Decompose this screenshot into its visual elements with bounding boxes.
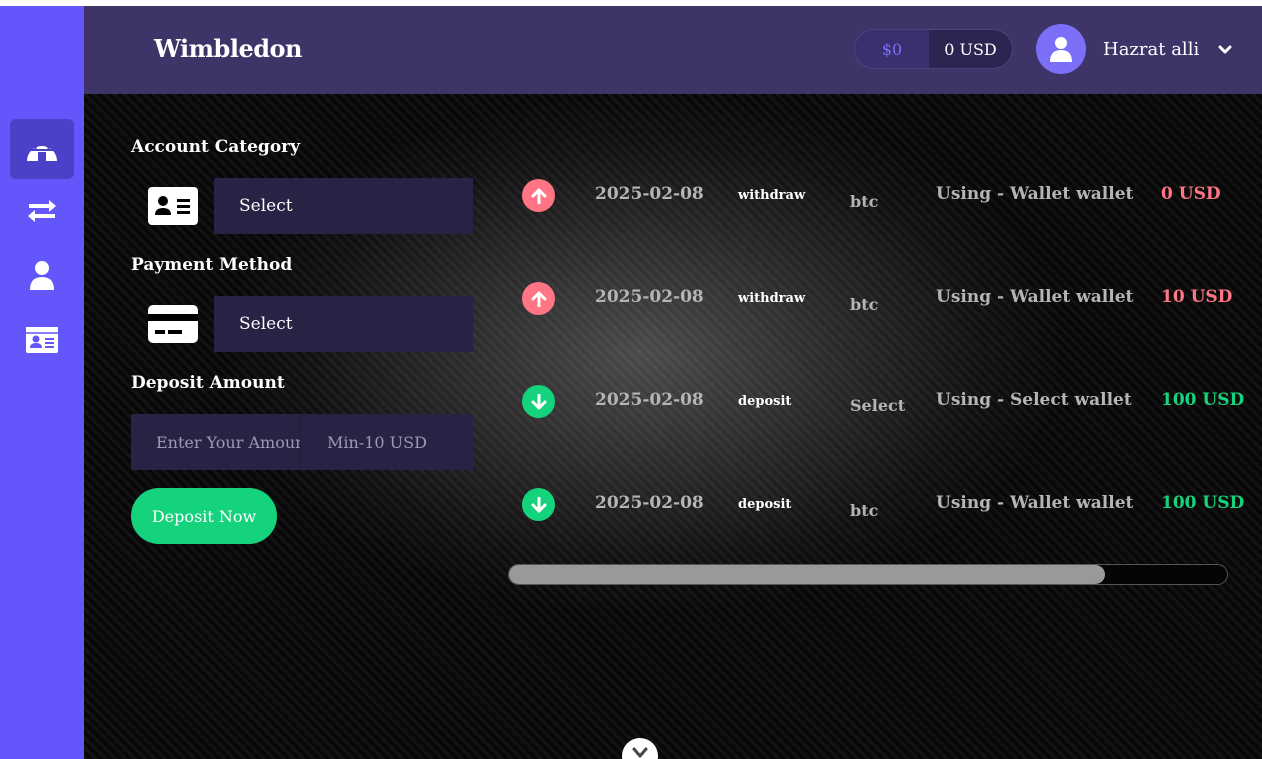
- transaction-date: 2025-02-08: [595, 390, 704, 410]
- chevron-down-icon: [1218, 45, 1232, 54]
- transaction-coin: Select: [850, 396, 906, 415]
- arrow-up-icon: [531, 291, 546, 307]
- dashboard-igloo-icon: [27, 138, 57, 161]
- transaction-row: 2025-02-08 withdraw btc Using - Wallet w…: [504, 164, 1262, 254]
- main-content: Account Category Select Payment Method S…: [84, 94, 1262, 759]
- transaction-type: deposit: [738, 394, 792, 409]
- exchange-arrows-icon: [28, 200, 56, 222]
- deposit-direction: [522, 385, 555, 418]
- arrow-up-icon: [531, 188, 546, 204]
- sidebar-item-dashboard[interactable]: [10, 119, 74, 179]
- account-category-label: Account Category: [131, 137, 300, 157]
- transaction-amount: 10 USD: [1161, 287, 1233, 307]
- transaction-date: 2025-02-08: [595, 493, 704, 513]
- balance-usd: 0 USD: [929, 30, 1012, 68]
- deposit-direction: [522, 488, 555, 521]
- id-card-icon: [147, 187, 198, 225]
- scroll-down-button[interactable]: [622, 738, 658, 759]
- sidebar: [0, 6, 84, 759]
- sidebar-item-exchange[interactable]: [10, 181, 74, 241]
- horizontal-scrollbar[interactable]: [508, 564, 1228, 585]
- amount-min-hint: Min-10 USD: [327, 432, 427, 452]
- transaction-note: Using - Select wallet: [936, 390, 1132, 410]
- transaction-amount: 100 USD: [1161, 493, 1245, 513]
- transaction-amount: 0 USD: [1161, 184, 1221, 204]
- user-menu-toggle[interactable]: [1218, 42, 1232, 61]
- brand-title[interactable]: Wimbledon: [154, 34, 302, 63]
- credit-card-icon: [147, 305, 198, 343]
- user-name[interactable]: Hazrat alli: [1103, 39, 1199, 60]
- payment-method-select[interactable]: Select: [214, 296, 473, 352]
- transaction-coin: btc: [850, 295, 879, 314]
- balance-pill: $0 0 USD: [854, 29, 1013, 69]
- balance-dollar: $0: [855, 30, 929, 68]
- transaction-date: 2025-02-08: [595, 184, 704, 204]
- id-card-icon: [26, 327, 58, 353]
- transaction-row: 2025-02-08 deposit Select Using - Select…: [504, 370, 1262, 460]
- amount-input[interactable]: [131, 414, 301, 470]
- sidebar-item-profile[interactable]: [10, 245, 74, 305]
- payment-method-label: Payment Method: [131, 255, 293, 275]
- transaction-type: deposit: [738, 497, 792, 512]
- top-header: Wimbledon $0 0 USD Hazrat alli: [84, 6, 1262, 94]
- transaction-amount: 100 USD: [1161, 390, 1245, 410]
- account-category-field: Select: [131, 178, 473, 234]
- arrow-down-icon: [531, 393, 546, 409]
- sidebar-item-kyc[interactable]: [10, 310, 74, 370]
- transaction-row: 2025-02-08 withdraw btc Using - Wallet w…: [504, 267, 1262, 357]
- deposit-now-button[interactable]: Deposit Now: [131, 488, 277, 544]
- account-category-select[interactable]: Select: [214, 178, 473, 234]
- transaction-date: 2025-02-08: [595, 287, 704, 307]
- deposit-amount-field: Min-10 USD: [131, 414, 473, 470]
- chevron-down-icon: [632, 747, 648, 758]
- transaction-row: 2025-02-08 deposit btc Using - Wallet wa…: [504, 473, 1262, 563]
- transaction-note: Using - Wallet wallet: [936, 287, 1134, 307]
- transaction-coin: btc: [850, 501, 879, 520]
- transaction-type: withdraw: [738, 188, 806, 203]
- transaction-note: Using - Wallet wallet: [936, 493, 1134, 513]
- scrollbar-thumb[interactable]: [509, 565, 1105, 584]
- arrow-down-icon: [531, 496, 546, 512]
- withdraw-direction: [522, 282, 555, 315]
- transaction-note: Using - Wallet wallet: [936, 184, 1134, 204]
- withdraw-direction: [522, 179, 555, 212]
- user-icon: [30, 261, 54, 290]
- deposit-amount-label: Deposit Amount: [131, 373, 285, 393]
- payment-method-field: Select: [131, 296, 473, 352]
- user-icon: [1050, 37, 1072, 62]
- avatar[interactable]: [1036, 24, 1086, 74]
- transaction-coin: btc: [850, 192, 879, 211]
- transaction-type: withdraw: [738, 291, 806, 306]
